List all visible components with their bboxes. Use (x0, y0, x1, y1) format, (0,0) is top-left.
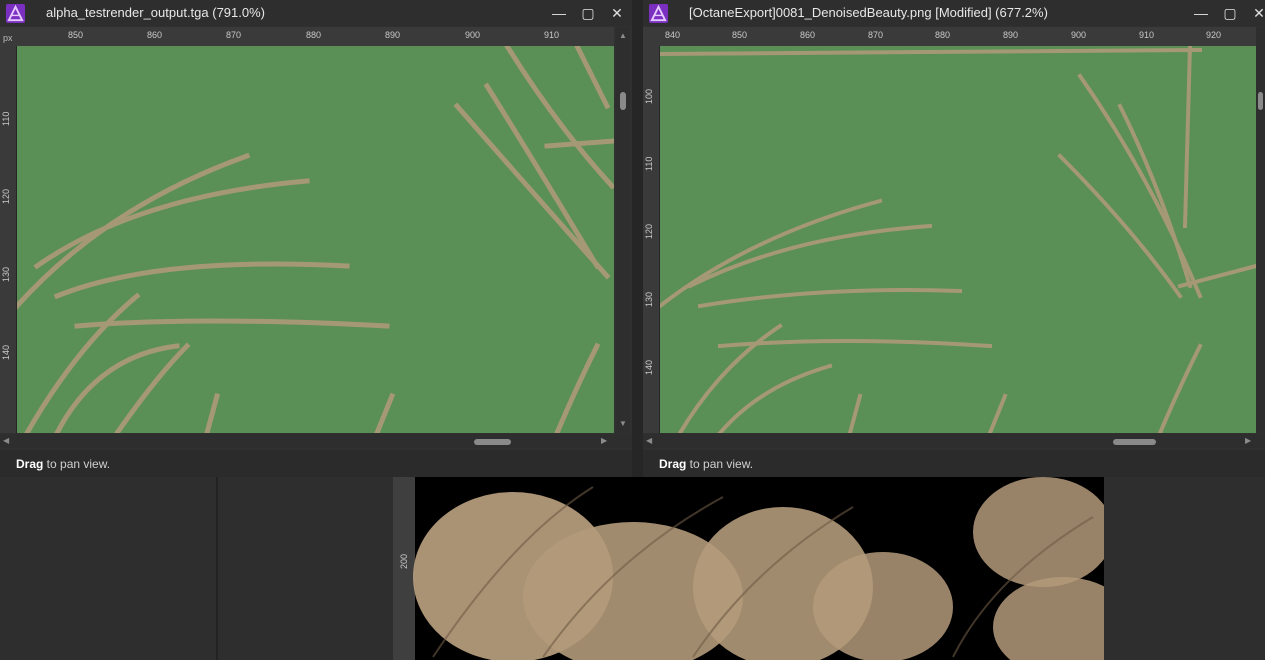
bottom-document-area: 200 (0, 477, 1265, 660)
scroll-left-icon[interactable]: ◀ (646, 436, 652, 445)
vertical-scrollbar[interactable] (1256, 27, 1265, 433)
right-titlebar[interactable]: [OctaneExport]0081_DenoisedBeauty.png [M… (643, 0, 1265, 26)
status-text: to pan view. (43, 457, 111, 471)
vertical-ruler: 100 110 120 130 140 (643, 46, 660, 433)
ruler-tick: 130 (644, 291, 654, 307)
status-text: to pan view. (686, 457, 754, 471)
ruler-tick: 900 (1071, 30, 1087, 40)
ruler-tick: 140 (644, 359, 654, 375)
status-action: Drag (16, 457, 44, 471)
left-document-window: alpha_testrender_output.tga (791.0%) — ▢… (0, 0, 632, 477)
status-bar: Drag to pan view. (0, 450, 632, 477)
ruler-tick: 120 (1, 188, 11, 204)
left-titlebar[interactable]: alpha_testrender_output.tga (791.0%) — ▢… (0, 0, 632, 26)
grass-strands-image (660, 46, 1256, 433)
ruler-tick: 100 (644, 88, 654, 104)
panel-divider (216, 477, 218, 660)
status-action: Drag (659, 457, 687, 471)
horizontal-ruler: 840 850 860 870 880 890 900 910 920 (659, 27, 1259, 47)
ruler-unit: px (0, 27, 16, 46)
ruler-corner (643, 27, 659, 46)
horizontal-scrollbar[interactable]: ◀ ▶ (643, 434, 1265, 448)
document-canvas[interactable] (17, 46, 614, 433)
ruler-tick: 870 (868, 30, 884, 40)
scroll-right-icon[interactable]: ▶ (1245, 436, 1251, 445)
ruler-tick: 920 (1206, 30, 1222, 40)
ruler-tick: 860 (800, 30, 816, 40)
ruler-tick: 850 (732, 30, 748, 40)
minimize-button[interactable]: — (549, 3, 569, 23)
ruler-tick: 890 (385, 30, 401, 40)
ruler-tick: 140 (1, 344, 11, 360)
scroll-up-icon[interactable]: ▲ (619, 31, 627, 40)
scrollbar-thumb[interactable] (1258, 92, 1263, 110)
ruler-tick: 880 (306, 30, 322, 40)
ruler-tick: 900 (465, 30, 481, 40)
document-canvas[interactable] (660, 46, 1256, 433)
maximize-button[interactable]: ▢ (578, 3, 598, 23)
ruler-tick: 870 (226, 30, 242, 40)
scroll-left-icon[interactable]: ◀ (3, 436, 9, 445)
ruler-tick: 110 (1, 111, 11, 126)
affinity-photo-logo-icon (649, 4, 668, 23)
minimize-button[interactable]: — (1191, 3, 1211, 23)
ruler-tick: 110 (644, 156, 654, 171)
scroll-right-icon[interactable]: ▶ (601, 436, 607, 445)
ruler-tick: 130 (1, 266, 11, 282)
scroll-down-icon[interactable]: ▼ (619, 419, 627, 428)
left-window-title: alpha_testrender_output.tga (791.0%) (46, 5, 265, 20)
window-splitter[interactable] (632, 0, 643, 477)
vertical-ruler: 110 120 130 140 (0, 46, 17, 433)
grass-image (413, 477, 1104, 660)
grass-preview-canvas[interactable]: 200 (393, 477, 1104, 660)
ruler-tick: 860 (147, 30, 163, 40)
maximize-button[interactable]: ▢ (1220, 3, 1240, 23)
horizontal-scrollbar[interactable]: ◀ ▶ (0, 434, 632, 448)
right-document-window: [OctaneExport]0081_DenoisedBeauty.png [M… (643, 0, 1265, 477)
close-button[interactable]: ✕ (607, 3, 627, 23)
vertical-scrollbar[interactable]: ▲ ▼ (616, 27, 630, 433)
ruler-tick: 910 (544, 30, 560, 40)
scrollbar-thumb[interactable] (474, 439, 511, 445)
grass-strands-image (17, 46, 614, 433)
affinity-photo-logo-icon (6, 4, 25, 23)
horizontal-ruler: 850 860 870 880 890 900 910 (16, 27, 614, 47)
ruler-tick: 910 (1139, 30, 1155, 40)
status-bar: Drag to pan view. (643, 450, 1265, 477)
ruler-tick: 840 (665, 30, 681, 40)
close-button[interactable]: ✕ (1249, 3, 1265, 23)
scrollbar-thumb[interactable] (620, 92, 626, 110)
ruler-tick: 850 (68, 30, 84, 40)
ruler-tick: 890 (1003, 30, 1019, 40)
ruler-tick: 120 (644, 223, 654, 239)
scrollbar-thumb[interactable] (1113, 439, 1156, 445)
right-window-title: [OctaneExport]0081_DenoisedBeauty.png [M… (689, 5, 1048, 20)
ruler-tick: 880 (935, 30, 951, 40)
